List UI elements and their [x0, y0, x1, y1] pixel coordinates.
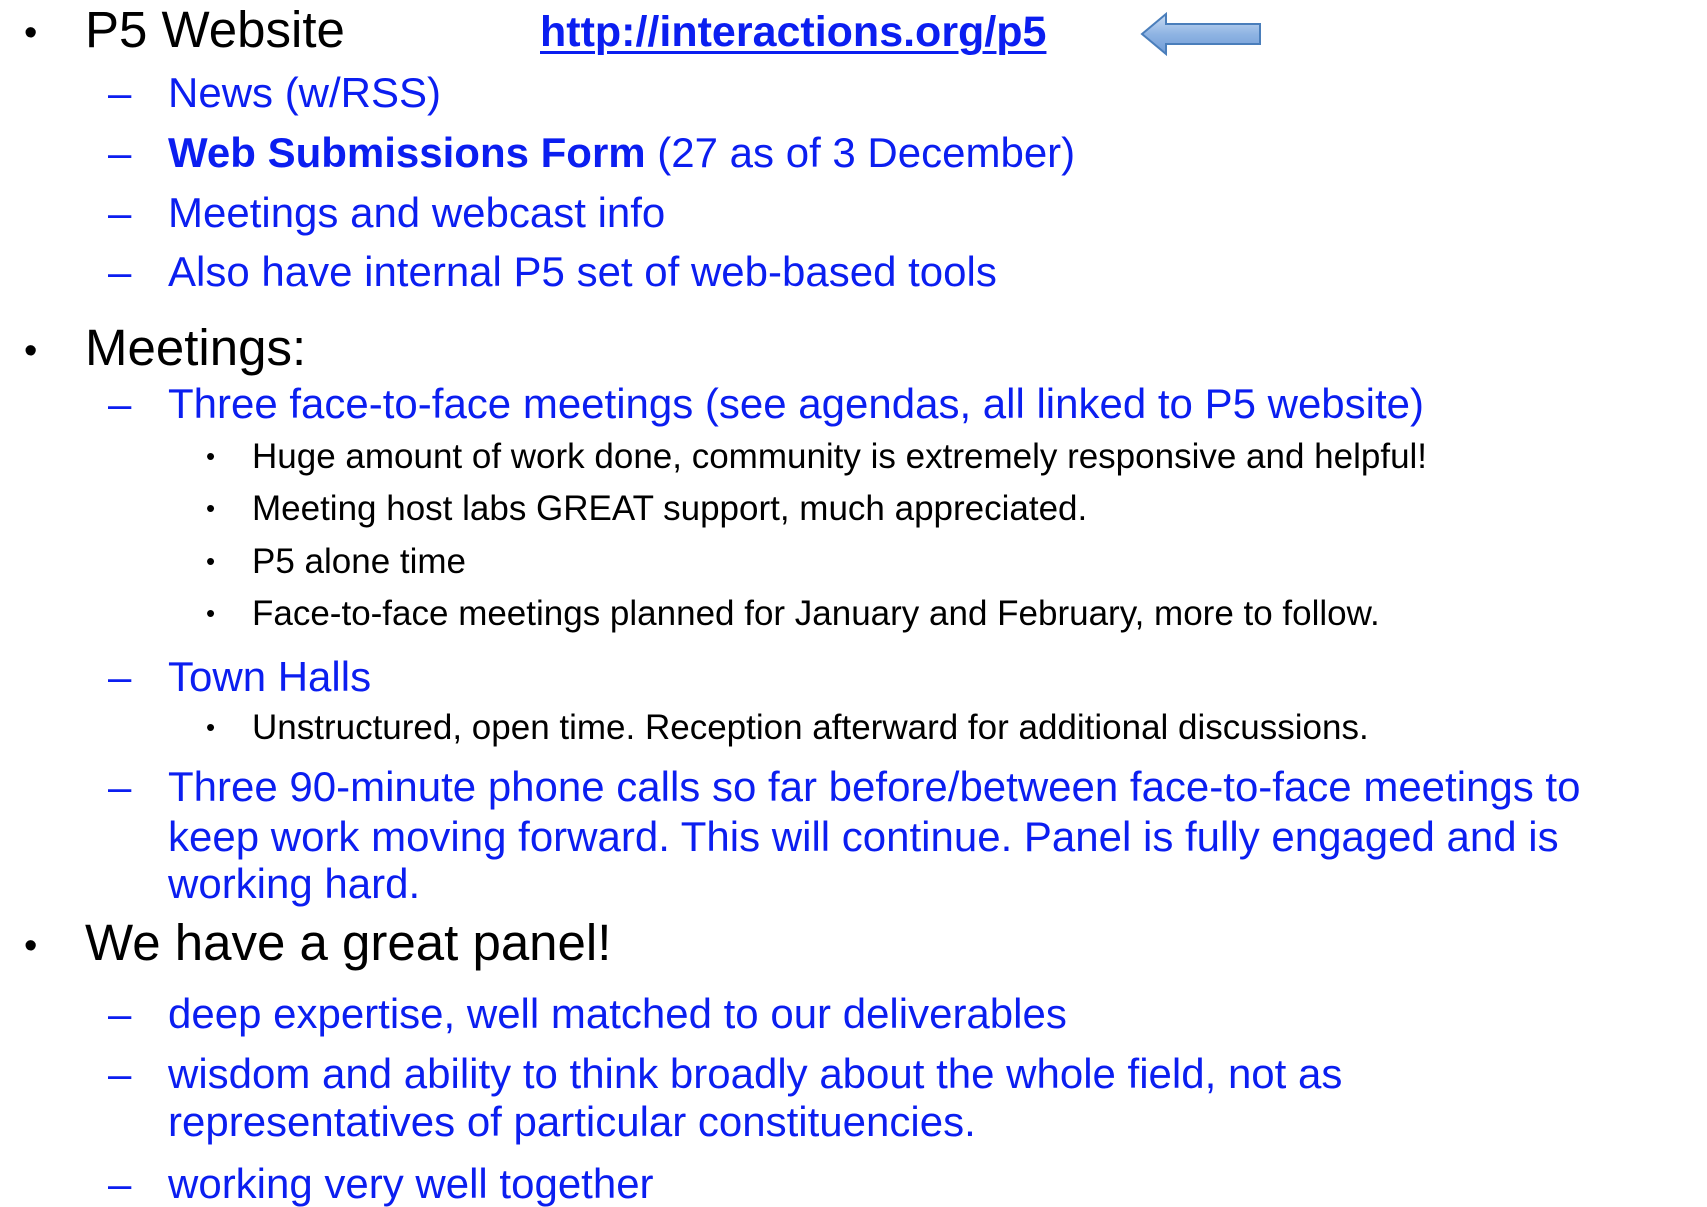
dash: – — [108, 69, 132, 116]
dash: – — [108, 1050, 132, 1097]
dash: – — [108, 763, 132, 810]
list-item-phone-calls-line-1: Three 90-minute phone calls so far befor… — [168, 763, 1581, 810]
sub-item: Huge amount of work done, community is e… — [252, 437, 1428, 476]
p5-website-link[interactable]: http://interactions.org/p5 — [540, 11, 1046, 54]
list-item-wisdom-line-2: representatives of particular constituen… — [168, 1098, 976, 1145]
list-item-phone-calls-line-3: working hard. — [168, 860, 421, 907]
dash: – — [108, 129, 132, 176]
bullet-dot: • — [24, 12, 38, 54]
dash: – — [108, 653, 132, 700]
sub-bullet-dot: • — [206, 493, 216, 523]
bullet-dot: • — [24, 330, 38, 372]
web-submissions-form-label: Web Submissions Form — [168, 129, 646, 176]
dash: – — [108, 189, 132, 236]
list-item-meetings-webcast: Meetings and webcast info — [168, 189, 666, 236]
list-item-wisdom-line-1: wisdom and ability to think broadly abou… — [168, 1050, 1343, 1097]
list-item-working-together: working very well together — [168, 1160, 654, 1207]
dash: – — [108, 1160, 132, 1207]
sub-bullet-dot: • — [206, 712, 216, 742]
list-item-phone-calls-line-2: keep work moving forward. This will cont… — [168, 813, 1559, 860]
list-item-news: News (w/RSS) — [168, 69, 442, 116]
submissions-count-note: (27 as of 3 December) — [645, 129, 1076, 176]
sub-item: P5 alone time — [252, 542, 467, 581]
list-item-deep-expertise: deep expertise, well matched to our deli… — [168, 990, 1067, 1037]
bullet-dot: • — [24, 925, 38, 967]
sub-bullet-dot: • — [206, 598, 216, 628]
sub-bullet-dot: • — [206, 546, 216, 576]
sub-item: Face-to-face meetings planned for Januar… — [252, 594, 1380, 633]
sub-item: Unstructured, open time. Reception after… — [252, 708, 1369, 747]
sub-bullet-dot: • — [206, 441, 216, 471]
list-item-town-halls: Town Halls — [168, 653, 372, 700]
dash: – — [108, 990, 132, 1037]
section-heading-meetings: Meetings: — [85, 319, 307, 376]
dash: – — [108, 248, 132, 295]
dash: – — [108, 380, 132, 427]
section-heading-p5-website: P5 Website — [85, 1, 345, 58]
list-item-face-to-face: Three face-to-face meetings (see agendas… — [168, 380, 1425, 427]
sub-item: Meeting host labs GREAT support, much ap… — [252, 489, 1088, 528]
section-heading-great-panel: We have a great panel! — [85, 914, 612, 971]
list-item-internal-tools: Also have internal P5 set of web-based t… — [168, 248, 997, 295]
left-arrow-icon — [1140, 12, 1261, 56]
list-item-web-submissions: Web Submissions Form (27 as of 3 Decembe… — [168, 132, 1075, 174]
